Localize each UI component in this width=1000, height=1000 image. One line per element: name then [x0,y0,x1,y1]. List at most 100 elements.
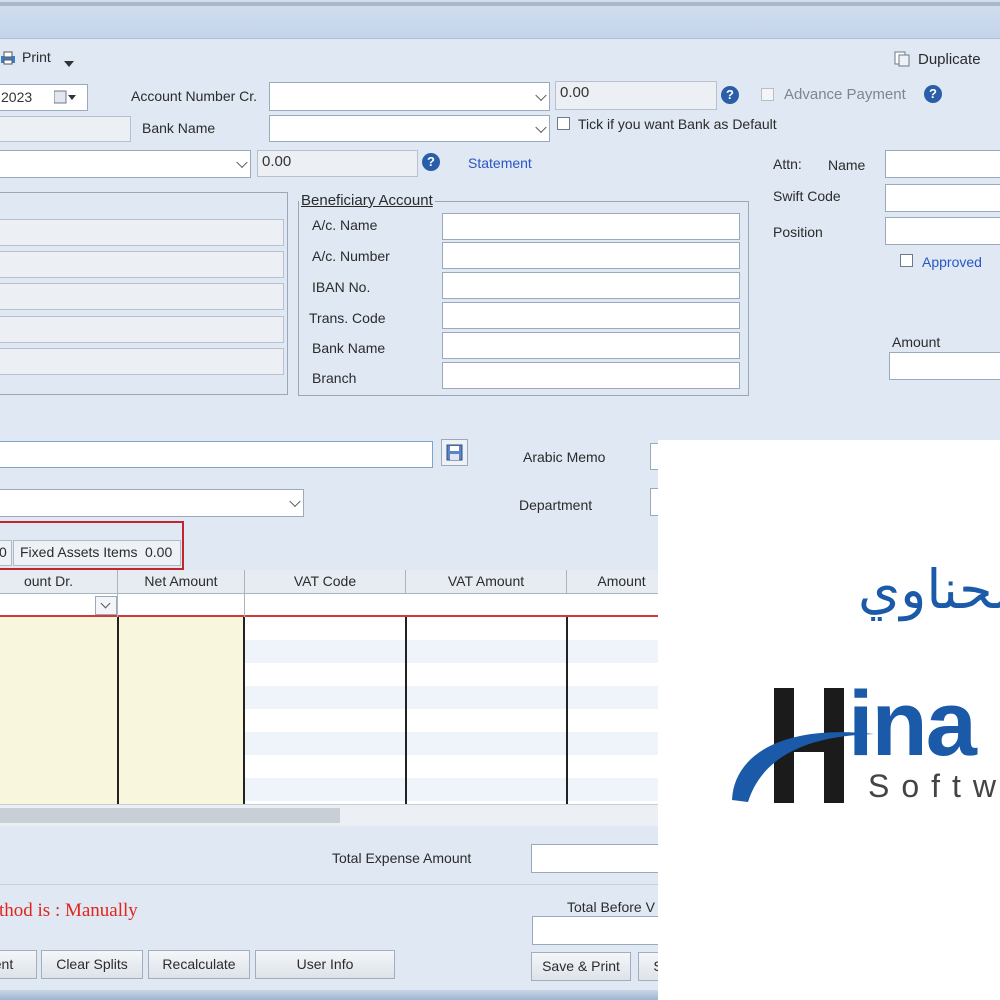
amount-label: Amount [892,334,941,350]
account-amount: 0.00 [257,150,418,177]
fixed-assets-value: 0.00 [145,544,173,560]
fixed-assets-label: Fixed Assets Items [20,544,138,560]
grid-column-line [405,617,407,804]
grid-header-amount[interactable]: Amount [567,570,660,594]
bank-name-select[interactable] [269,115,550,142]
tab-fixed-assets-items[interactable]: Fixed Assets Items 0.00 [13,540,181,566]
chevron-down-icon [535,121,547,133]
logo-software-text: Softw [868,768,1000,804]
grid-band-1 [245,640,660,663]
detail-field-5 [0,348,284,375]
attn-name-input[interactable] [885,150,1000,178]
footer-button-left[interactable]: ent [0,950,37,979]
beneficiary-ac-name-label: A/c. Name [312,217,378,233]
total-before-vat-label: Total Before V [567,899,655,915]
grid-band-2 [245,686,660,709]
logo-overlay: الحناوي ina Softw [658,440,1000,1000]
grid-column-line [566,617,568,804]
beneficiary-trans-code-input[interactable] [442,302,740,329]
detail-field-2 [0,251,284,278]
logo-arabic-text: الحناوي [858,558,1000,621]
arabic-memo-label: Arabic Memo [523,449,606,465]
total-before-vat-input [532,916,672,945]
print-label: Print [22,49,51,65]
bank-default-label: Tick if you want Bank as Default [578,116,777,132]
approved-label: Approved [922,254,982,270]
account-select[interactable] [0,150,251,178]
save-and-print-button[interactable]: Save & Print [531,952,631,981]
chevron-down-icon [100,598,111,609]
duplicate-button[interactable]: Duplicate [894,48,994,72]
beneficiary-branch-input[interactable] [442,362,740,389]
bank-default-checkbox[interactable] [557,117,570,130]
memo-select[interactable] [0,489,304,517]
grid-column-line [243,617,245,804]
chevron-down-icon [535,89,547,101]
calendar-icon [53,90,76,108]
scrollbar-thumb[interactable] [0,808,340,823]
grid-header-vat-code[interactable]: VAT Code [245,570,406,594]
approved-checkbox[interactable] [900,254,913,267]
grid-divider [117,594,118,617]
tab-left-value-text: 0 [0,544,7,560]
clear-splits-button[interactable]: Clear Splits [41,950,143,979]
recalculate-button[interactable]: Recalculate [148,950,250,979]
grid-highlight-column [0,617,244,804]
footer-divider [0,884,660,885]
date-value: 2023 [1,89,33,105]
position-input[interactable] [885,217,1000,245]
disabled-field [0,116,131,142]
duplicate-icon [894,51,910,70]
user-info-button[interactable]: User Info [255,950,395,979]
printer-icon [0,51,16,65]
duplicate-label: Duplicate [918,51,981,68]
total-expense-input [531,844,671,873]
advance-payment-checkbox[interactable] [761,88,774,101]
method-text: thod is : Manually [0,900,138,921]
grid-header-net-amount[interactable]: Net Amount [118,570,245,594]
save-memo-icon[interactable] [441,439,468,466]
account-number-cr-amount: 0.00 [555,81,717,110]
detail-field-3 [0,283,284,310]
amount-input[interactable] [889,352,1000,380]
swift-code-input[interactable] [885,184,1000,212]
beneficiary-iban-label: IBAN No. [312,279,371,295]
memo-input[interactable] [0,441,433,468]
window-title-bar [0,0,1000,39]
grid-row-dropdown[interactable] [95,596,117,615]
help-icon[interactable]: ? [924,85,942,103]
beneficiary-ac-name-input[interactable] [442,213,740,240]
chevron-down-icon [289,495,301,508]
beneficiary-iban-input[interactable] [442,272,740,299]
chevron-down-icon [64,54,74,70]
print-button[interactable]: Print [0,46,80,70]
beneficiary-branch-label: Branch [312,370,357,386]
grid-column-line [117,617,119,804]
beneficiary-bank-name-label: Bank Name [312,340,386,356]
horizontal-scrollbar[interactable] [0,804,660,826]
beneficiary-bank-name-input[interactable] [442,332,740,359]
help-icon[interactable]: ? [422,153,440,171]
grid-header-account-dr[interactable]: ount Dr. [0,570,118,594]
grid-band-3 [245,732,660,755]
statement-link[interactable]: Statement [468,155,532,171]
attn-label: Attn: [773,156,802,172]
grid-band-4 [245,778,660,801]
chevron-down-icon [236,156,248,169]
beneficiary-ac-number-input[interactable] [442,242,740,269]
attn-name-label: Name [828,157,866,173]
help-icon[interactable]: ? [721,86,739,104]
grid-header-vat-amount[interactable]: VAT Amount [406,570,567,594]
swift-code-label: Swift Code [773,188,841,204]
bank-name-label: Bank Name [142,120,216,136]
title-bar-edge [0,2,1000,6]
beneficiary-ac-number-label: A/c. Number [312,248,390,264]
account-number-cr-select[interactable] [269,82,550,111]
total-expense-label: Total Expense Amount [332,850,472,866]
date-picker[interactable]: 2023 [0,84,88,111]
splits-grid[interactable]: ount Dr. Net Amount VAT Code VAT Amount … [0,570,660,826]
tab-left-value[interactable]: 0 [0,540,12,566]
detail-field-4 [0,316,284,343]
beneficiary-trans-code-label: Trans. Code [309,310,386,326]
grid-divider [244,594,245,617]
